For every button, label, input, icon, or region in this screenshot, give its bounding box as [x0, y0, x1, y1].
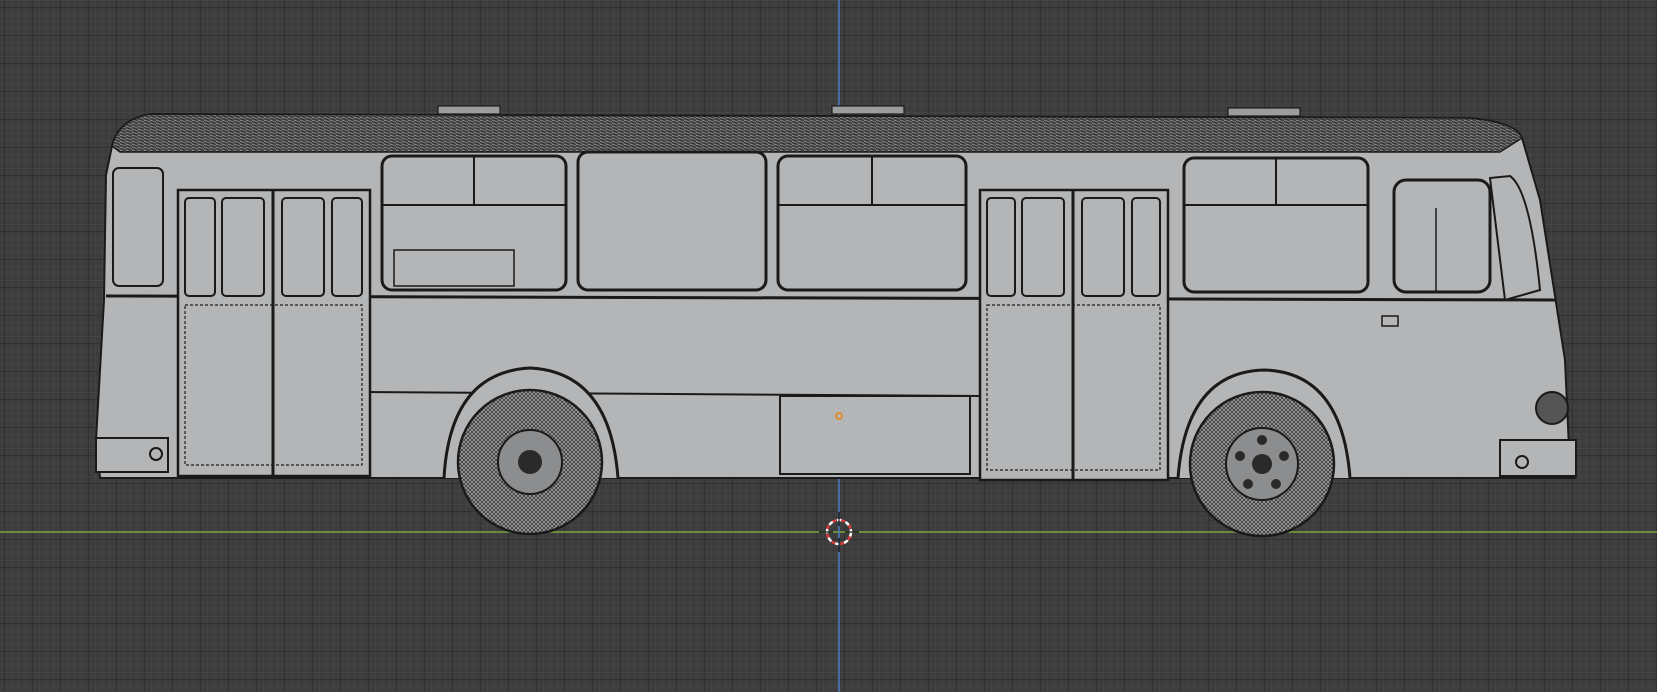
side-marker [1381, 315, 1399, 327]
roof-vent [1227, 107, 1301, 117]
side-window [576, 150, 768, 292]
roof-vent [831, 105, 905, 115]
door-front [176, 188, 372, 478]
roof-vent [437, 105, 501, 115]
headlight [1535, 391, 1569, 425]
bus-mesh[interactable] [94, 105, 1577, 538]
bus-roof [111, 113, 1523, 153]
front-bumper [1499, 439, 1577, 477]
rear-light [149, 447, 163, 461]
luggage-hatch [779, 395, 971, 475]
rear-window [112, 167, 164, 287]
wheel-rear [456, 388, 604, 536]
front-light [1515, 455, 1529, 469]
driver-window [1392, 178, 1492, 294]
door-middle [978, 188, 1170, 482]
wheel-front [1188, 390, 1336, 538]
3d-viewport[interactable] [0, 0, 1657, 692]
viewport-scene [0, 0, 1657, 692]
